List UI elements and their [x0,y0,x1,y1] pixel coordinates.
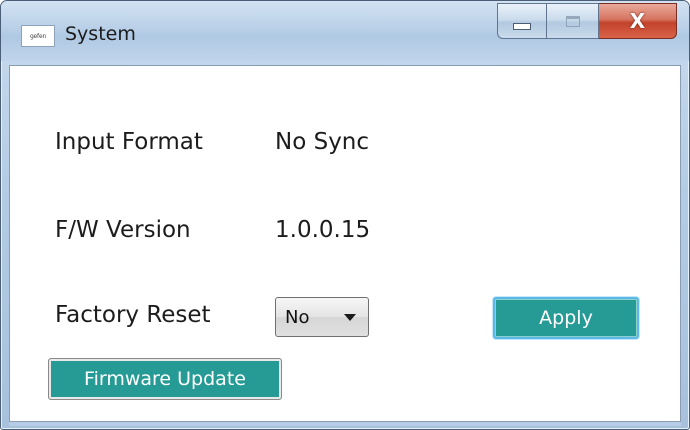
firmware-update-button[interactable]: Firmware Update [48,358,282,400]
maximize-button[interactable] [547,3,599,39]
maximize-icon [565,15,580,27]
factory-reset-selected-value: No [285,306,310,328]
minimize-icon [513,22,531,30]
window-bottom-frame [9,422,681,426]
fw-version-label: F/W Version [55,217,191,243]
window-title: System [65,23,136,45]
minimize-button[interactable] [497,3,547,39]
close-button[interactable]: X [599,3,677,39]
factory-reset-select[interactable]: No [275,297,369,337]
input-format-label: Input Format [55,129,203,155]
factory-reset-label: Factory Reset [55,302,211,328]
system-window: gefen System X Input Format No Sync F/W … [0,0,690,430]
dropdown-arrow-icon [344,314,356,321]
apply-button[interactable]: Apply [493,297,639,339]
input-format-value: No Sync [275,129,370,155]
app-logo-icon[interactable]: gefen [21,25,55,47]
close-icon: X [629,9,646,33]
app-logo-text: gefen [29,32,47,40]
client-area: Input Format No Sync F/W Version 1.0.0.1… [9,65,681,422]
title-bar[interactable]: gefen System X [1,1,689,61]
fw-version-value: 1.0.0.15 [275,217,371,243]
caption-buttons: X [497,3,677,39]
